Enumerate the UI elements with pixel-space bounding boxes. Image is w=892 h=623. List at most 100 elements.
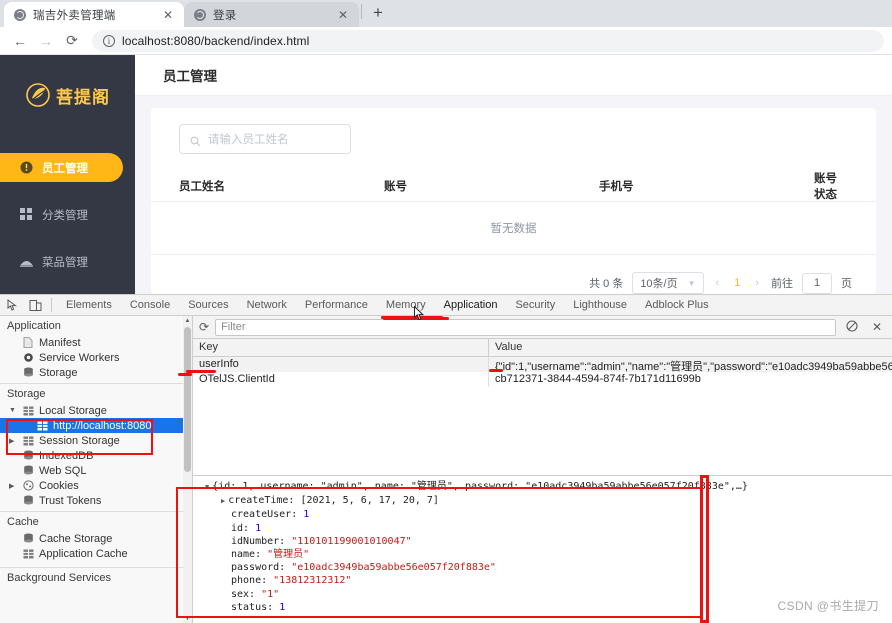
preview-summary-line[interactable]: ▼ {id: 1, username: "admin", name: "管理员",… (205, 480, 892, 494)
chevron-right-icon[interactable]: ▶ (9, 482, 14, 490)
storage-cell-value: cb712371-3844-4594-874f-7b171d11699b (495, 373, 701, 385)
browser-tab-1[interactable]: 登录 ✕ (184, 2, 359, 27)
sidebar-item-dish[interactable]: 菜品管理 (0, 247, 135, 276)
page-number-1[interactable]: 1 (731, 277, 743, 289)
back-button[interactable]: ← (8, 29, 32, 53)
tree-item-session-storage[interactable]: ▶ Session Storage (0, 433, 192, 448)
tree-item-application-cache[interactable]: Application Cache (0, 546, 192, 561)
table-icon (22, 436, 34, 446)
devtools-tab-network[interactable]: Network (238, 295, 296, 315)
tab-separator (361, 4, 362, 19)
preview-key: password: (231, 562, 286, 574)
address-bar-url: localhost:8080/backend/index.html (122, 33, 310, 48)
page-size-select[interactable]: 10条/页 ▼ (632, 272, 704, 294)
preview-key: status: (231, 601, 274, 613)
jump-page-input[interactable]: 1 (802, 272, 832, 294)
chevron-down-icon[interactable]: ▼ (9, 407, 16, 414)
devtools-tab-lighthouse[interactable]: Lighthouse (564, 295, 636, 315)
tree-item-cache-storage[interactable]: Cache Storage (0, 531, 192, 546)
globe-icon (194, 8, 206, 21)
next-page-button[interactable]: › (752, 277, 762, 289)
pagination: 共 0 条 10条/页 ▼ ‹ 1 › 前往 1 页 (151, 255, 876, 294)
new-tab-button[interactable]: + (364, 4, 392, 23)
filter-input[interactable]: Filter (215, 318, 836, 336)
address-bar[interactable]: i localhost:8080/backend/index.html (92, 29, 884, 52)
tree-item-web-sql[interactable]: Web SQL (0, 463, 192, 478)
globe-icon (14, 8, 26, 21)
chevron-right-icon[interactable]: ▶ (9, 437, 14, 445)
employee-card: 请输入员工姓名 员工姓名 账号 手机号 账号状态 暂无数据 共 0 条 10条/… (151, 108, 876, 294)
reload-button[interactable]: ⟳ (60, 29, 84, 53)
storage-cell-key: OTelJS.ClientId (193, 372, 489, 387)
forward-button[interactable]: → (34, 29, 58, 53)
tree-item-service-workers[interactable]: Service Workers (0, 350, 192, 365)
browser-tab-title: 登录 (213, 9, 237, 22)
devtools-tab-security[interactable]: Security (506, 295, 564, 315)
database-icon (22, 450, 34, 461)
tree-item-cookies[interactable]: ▶ Cookies (0, 478, 192, 493)
section-title-storage: Storage (7, 388, 46, 400)
close-icon[interactable]: ✕ (335, 8, 351, 22)
storage-row-otel-clientid[interactable]: OTelJS.ClientId cb712371-3844-4594-874f-… (193, 372, 892, 387)
search-input[interactable]: 请输入员工姓名 (179, 124, 351, 154)
tree-item-trust-tokens[interactable]: Trust Tokens (0, 493, 192, 508)
table-header-row: 员工姓名 账号 手机号 账号状态 (151, 170, 876, 202)
preview-row-createtime[interactable]: ▶ createTime: [2021, 5, 6, 17, 20, 7] (205, 494, 892, 508)
scrollbar-thumb[interactable] (184, 327, 191, 472)
sidebar-scrollbar[interactable]: ▲ ▼ (183, 316, 192, 623)
devtools-tab-memory[interactable]: Memory (377, 295, 435, 315)
tree-item-localhost-origin[interactable]: http://localhost:8080 (0, 418, 192, 433)
cookie-icon (22, 480, 34, 491)
table-column-header: 手机号 (599, 180, 634, 193)
preview-key: name: (231, 549, 262, 561)
scroll-up-icon[interactable]: ▲ (183, 316, 192, 325)
storage-filter-bar: ⟳ Filter ✕ (193, 316, 892, 339)
clear-icon[interactable] (842, 319, 862, 335)
device-toolbar-icon[interactable] (24, 296, 46, 315)
tree-item-local-storage[interactable]: ▼ Local Storage (0, 403, 192, 418)
scroll-down-icon[interactable]: ▼ (183, 614, 192, 623)
devtools-tab-adblock-plus[interactable]: Adblock Plus (636, 295, 718, 315)
gear-icon (22, 352, 34, 363)
tree-item-storage[interactable]: Storage (0, 365, 192, 380)
storage-cell-key: userInfo (193, 357, 489, 372)
database-icon (22, 533, 34, 544)
chevron-right-icon[interactable]: ▶ (221, 497, 225, 505)
storage-column-value[interactable]: Value (489, 339, 892, 356)
devtools-tab-application[interactable]: Application (435, 295, 507, 315)
inspect-element-icon[interactable] (2, 296, 24, 315)
app-content: 员工管理 请输入员工姓名 员工姓名 账号 手机号 账号状态 暂无数据 共 0 条… (135, 55, 892, 294)
tree-item-manifest[interactable]: Manifest (0, 335, 192, 350)
database-icon (22, 495, 34, 506)
section-title-cache: Cache (7, 516, 39, 528)
preview-value: "e10adc3949ba59abbe56e057f20f883e" (291, 562, 496, 574)
close-icon[interactable]: ✕ (868, 320, 886, 334)
content-header: 员工管理 (135, 55, 892, 96)
chevron-down-icon[interactable]: ▼ (205, 483, 209, 491)
devtools-tab-elements[interactable]: Elements (57, 295, 121, 315)
devtools-tab-sources[interactable]: Sources (179, 295, 237, 315)
content-body: 请输入员工姓名 员工姓名 账号 手机号 账号状态 暂无数据 共 0 条 10条/… (135, 96, 892, 294)
preview-key: idNumber: (231, 535, 286, 547)
devtools-tab-performance[interactable]: Performance (296, 295, 377, 315)
close-icon[interactable]: ✕ (160, 8, 176, 22)
table-icon (36, 421, 48, 431)
sidebar-item-employee[interactable]: 员工管理 (0, 153, 123, 182)
leaf-logo-icon (25, 82, 51, 108)
refresh-icon[interactable]: ⟳ (199, 320, 209, 334)
app-sidebar: 菩提阁 员工管理 分类管理 菜品管理 (0, 55, 135, 294)
prev-page-button[interactable]: ‹ (713, 277, 723, 289)
preview-row-createuser: createUser: 1 (205, 508, 892, 521)
storage-column-key[interactable]: Key (193, 339, 489, 356)
site-info-icon[interactable]: i (103, 34, 115, 47)
jump-label: 前往 (771, 278, 793, 290)
table-icon (22, 406, 34, 416)
sidebar-item-category[interactable]: 分类管理 (0, 200, 135, 229)
tree-item-indexeddb[interactable]: IndexedDB (0, 448, 192, 463)
preview-row-phone: phone: "13812312312" (205, 574, 892, 587)
devtools-tab-console[interactable]: Console (121, 295, 179, 315)
search-icon (190, 134, 201, 146)
browser-tab-0[interactable]: 瑞吉外卖管理端 ✕ (4, 2, 184, 27)
storage-row-userinfo[interactable]: userInfo {"id":1,"username":"admin","nam… (193, 357, 892, 372)
brand-name: 菩提阁 (56, 87, 110, 107)
